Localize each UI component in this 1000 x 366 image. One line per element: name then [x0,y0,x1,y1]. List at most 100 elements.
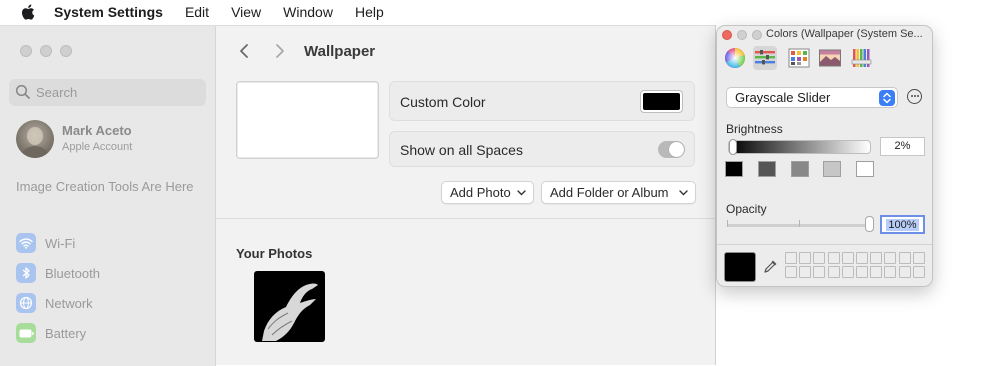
empty-swatch-slot[interactable] [813,266,826,278]
sidebar-item-battery[interactable]: Battery [16,322,86,344]
empty-swatch-slot[interactable] [856,266,868,278]
sidebar-item-label: Battery [45,325,87,341]
gray-swatch-mid[interactable] [791,161,809,177]
slider-mode-select[interactable]: Grayscale Slider [726,87,898,108]
empty-swatch-slot[interactable] [870,252,883,264]
custom-color-row: Custom Color [389,81,695,121]
close-window-button[interactable] [20,45,32,57]
wallpaper-preview [236,81,379,159]
menu-view[interactable]: View [231,4,261,20]
gray-swatch-black[interactable] [725,161,743,177]
opacity-label: Opacity [726,202,767,216]
panel-minimize-button[interactable] [737,30,747,40]
globe-icon [16,293,36,313]
minimize-window-button[interactable] [40,45,52,57]
sidebar: Search Mark Aceto Apple Account Image Cr… [0,26,216,366]
sidebar-item-label: Wi-Fi [45,235,76,251]
image-palette-icon[interactable] [818,46,842,70]
gray-swatch-light[interactable] [823,161,841,177]
wallpaper-pane: Wallpaper Custom Color Show on all Space… [216,26,715,366]
add-photo-label: Add Photo [450,185,511,200]
empty-swatch-slot[interactable] [827,266,840,278]
brightness-slider-knob[interactable] [729,139,737,155]
opacity-value: 100% [886,219,919,231]
menu-app-name[interactable]: System Settings [54,4,163,20]
panel-zoom-button[interactable] [752,30,762,40]
empty-swatch-slot[interactable] [856,252,868,264]
colors-panel: Colors (Wallpaper (System Se... Grayscal… [716,25,933,287]
empty-swatch-slot[interactable] [884,266,897,278]
battery-icon [16,323,36,343]
sliders-icon[interactable] [753,46,777,70]
menu-window[interactable]: Window [283,4,333,20]
opacity-field[interactable]: 100% [880,215,925,234]
custom-color-label: Custom Color [400,94,486,110]
sidebar-item-network[interactable]: Network [16,292,93,314]
empty-swatch-slot[interactable] [827,252,840,264]
apple-menu-icon[interactable] [20,3,38,21]
brightness-label: Brightness [726,122,783,136]
menu-edit[interactable]: Edit [185,4,209,20]
wifi-icon [16,233,36,253]
slider-mode-value: Grayscale Slider [735,90,831,105]
photo-thumbnail[interactable] [254,271,325,342]
user-name: Mark Aceto [62,123,132,138]
chevron-down-icon [679,190,688,196]
zoom-window-button[interactable] [60,45,72,57]
empty-swatch-slot[interactable] [912,266,925,278]
search-placeholder: Search [36,85,78,100]
empty-swatch-slot[interactable] [841,266,854,278]
menu-bar: System Settings Edit View Window Help [0,0,1000,24]
pencils-icon[interactable] [850,46,874,70]
menu-help[interactable]: Help [355,4,384,20]
back-button[interactable] [236,42,252,60]
empty-swatch-slot[interactable] [898,266,911,278]
panel-divider [717,244,932,245]
promo-text[interactable]: Image Creation Tools Are Here [16,179,196,195]
eyedropper-icon[interactable] [763,258,779,274]
gray-swatch-dark[interactable] [758,161,776,177]
sidebar-item-label: Network [45,295,93,311]
search-icon [15,84,30,99]
show-all-spaces-row: Show on all Spaces [389,131,695,167]
current-color-well[interactable] [724,252,756,282]
opacity-slider[interactable] [727,224,874,227]
empty-swatch-slot[interactable] [870,266,883,278]
add-folder-label: Add Folder or Album [550,185,669,200]
gray-swatch-white[interactable] [856,161,874,177]
empty-swatch-slot[interactable] [813,252,826,264]
add-photo-button[interactable]: Add Photo [441,181,534,204]
empty-swatch-slot[interactable] [898,252,911,264]
more-options-icon[interactable] [907,89,922,104]
show-all-spaces-toggle[interactable] [658,141,685,158]
opacity-slider-knob[interactable] [865,216,874,232]
show-all-spaces-label: Show on all Spaces [400,142,523,158]
settings-window: Search Mark Aceto Apple Account Image Cr… [0,25,716,366]
your-photos-heading: Your Photos [236,246,313,261]
chevron-down-icon [517,190,526,196]
updown-chevron-icon [879,90,895,106]
forward-button[interactable] [272,42,288,60]
add-folder-button[interactable]: Add Folder or Album [541,181,696,204]
brightness-field[interactable]: 2% [880,137,925,156]
empty-swatch-slot[interactable] [785,252,797,264]
empty-swatch-slot[interactable] [799,266,812,278]
color-wheel-icon[interactable] [723,46,747,70]
empty-swatch-slot[interactable] [799,252,812,264]
sidebar-item-label: Bluetooth [45,265,100,281]
brightness-slider[interactable] [728,140,871,154]
avatar [16,120,54,158]
empty-swatch-slot[interactable] [912,252,925,264]
bluetooth-icon [16,263,36,283]
empty-swatch-slot[interactable] [841,252,854,264]
sidebar-item-wifi[interactable]: Wi-Fi [16,232,75,254]
page-title: Wallpaper [304,43,376,60]
empty-swatch-slot[interactable] [884,252,897,264]
palettes-icon[interactable] [787,46,811,70]
custom-color-swatch[interactable] [640,90,683,113]
search-input[interactable]: Search [9,79,206,106]
panel-close-button[interactable] [722,30,732,40]
sidebar-item-bluetooth[interactable]: Bluetooth [16,262,100,284]
panel-title: Colors (Wallpaper (System Se... [766,28,923,40]
empty-swatch-slot[interactable] [785,266,797,278]
